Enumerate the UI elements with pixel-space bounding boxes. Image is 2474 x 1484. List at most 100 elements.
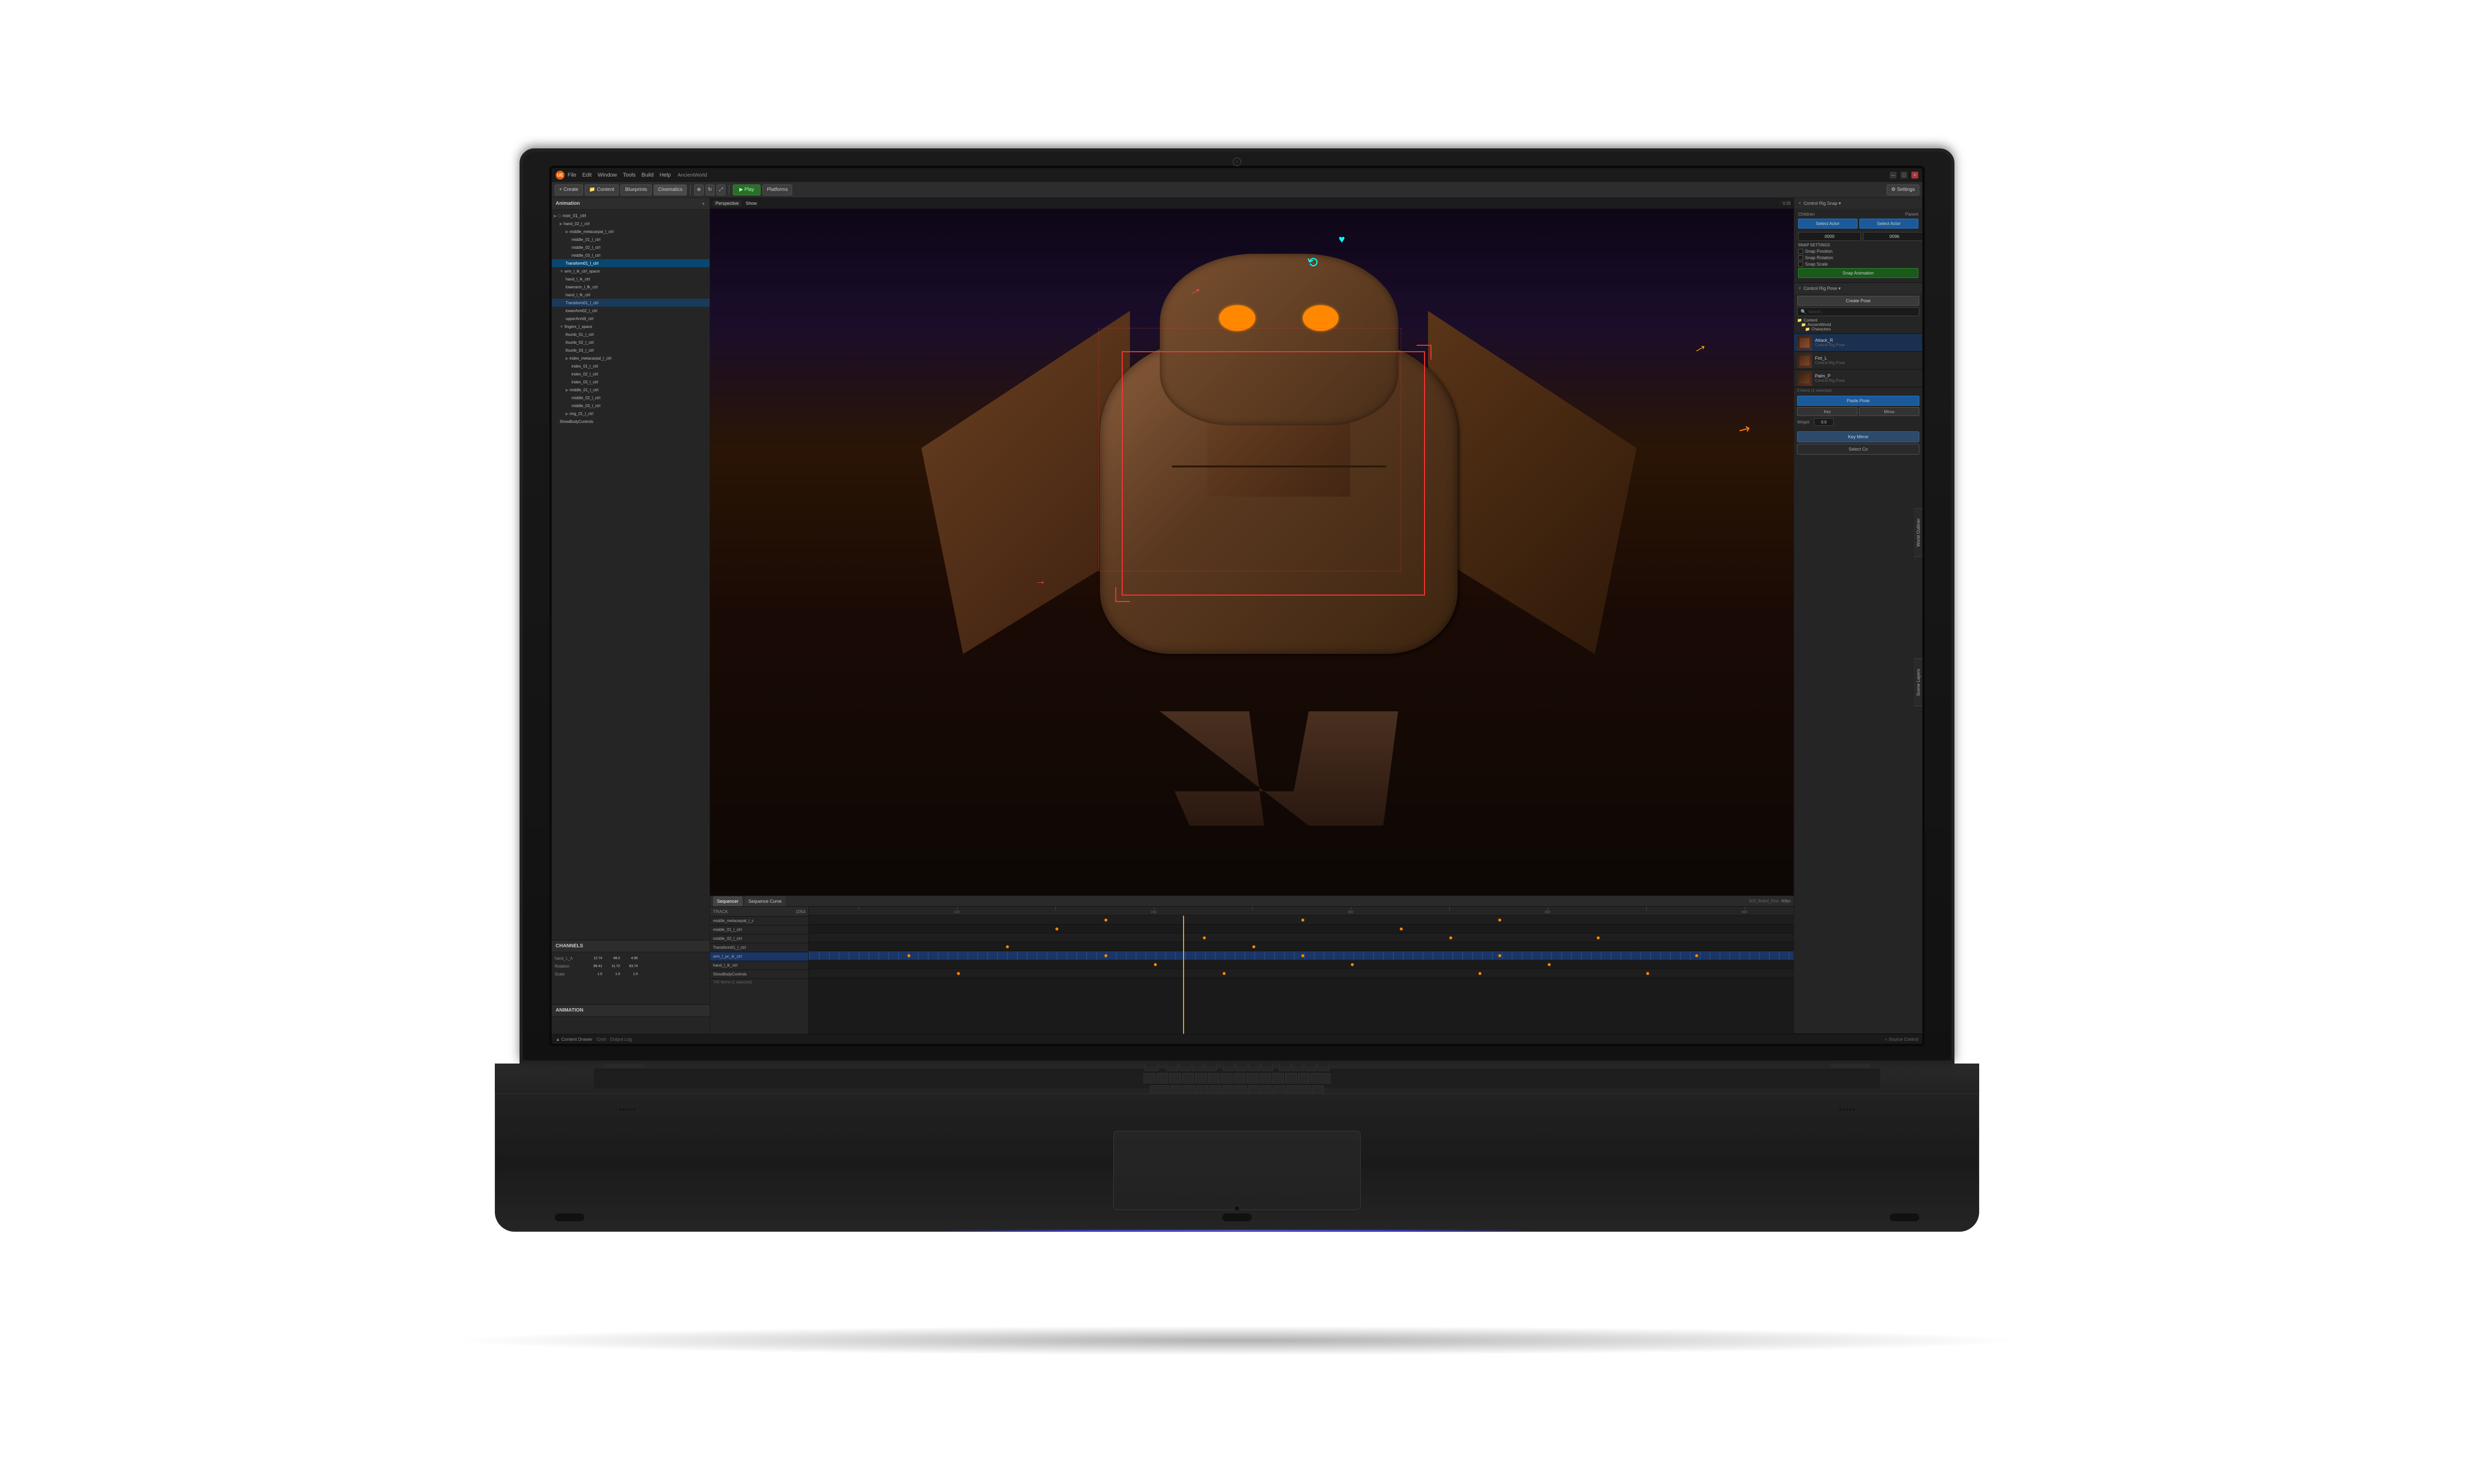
source-control-label[interactable]: ⑃ Source Control: [1885, 1037, 1918, 1042]
perspective-label[interactable]: Perspective: [713, 200, 741, 206]
menu-build[interactable]: Build: [642, 172, 654, 178]
key-btn[interactable]: Key: [1797, 407, 1857, 416]
content-drawer-btn[interactable]: ▲ Content Drawer: [556, 1037, 592, 1042]
menu-help[interactable]: Help: [660, 172, 671, 178]
platforms-button[interactable]: Platforms: [762, 185, 792, 195]
tree-item-5[interactable]: middle_03_l_ctrl: [552, 251, 710, 259]
trackpad[interactable]: [1113, 1131, 1361, 1210]
outliner-filter-icon[interactable]: ▼: [701, 201, 706, 206]
tree-item-18[interactable]: ▶ index_metacarpal_l_ctrl: [552, 354, 710, 362]
snap-pos-checkbox[interactable]: [1798, 249, 1803, 254]
tree-item-0[interactable]: ▶ ⬡ root_01_ctrl: [552, 212, 710, 220]
translate-tool[interactable]: ⊕: [694, 185, 703, 195]
key-backtick[interactable]: [1143, 1073, 1155, 1084]
tree-item-24[interactable]: middle_03_l_ctrl: [552, 402, 710, 410]
minimize-button[interactable]: —: [1890, 172, 1897, 179]
tree-item-10[interactable]: hand_l_fk_ctrl: [552, 291, 710, 299]
tree-item-15[interactable]: thumb_01_l_ctrl: [552, 330, 710, 338]
tree-item-16[interactable]: thumb_02_l_ctrl: [552, 338, 710, 346]
tree-item-11[interactable]: Transform01_l_ctrl: [552, 299, 710, 307]
create-button[interactable]: + Create: [555, 185, 583, 195]
tree-item-25[interactable]: ▶ ring_01_l_ctrl: [552, 410, 710, 417]
track-4[interactable]: arm_l_pc_ik_ctrl: [710, 952, 809, 961]
track-0[interactable]: middle_metacarpal_l_c: [710, 917, 809, 926]
parent-select-actor-btn[interactable]: Select Actor: [1859, 219, 1919, 229]
cinematics-button[interactable]: Cinematics: [654, 185, 687, 195]
create-pose-btn[interactable]: Create Pose: [1797, 296, 1919, 306]
folder-content[interactable]: Content: [1804, 318, 1817, 323]
tree-item-22[interactable]: ▶ middle_01_l_ctrl: [552, 386, 710, 394]
tree-item-2[interactable]: ▶ middle_metacarpal_l_ctrl: [552, 228, 710, 235]
sequence-curve-tab[interactable]: Sequence Curve: [745, 896, 786, 906]
key-5[interactable]: [1208, 1073, 1220, 1084]
tree-item-19[interactable]: index_01_l_ctrl: [552, 362, 710, 370]
seq-timeline[interactable]: 100 200 300 400 500: [809, 907, 1794, 1034]
menu-window[interactable]: Window: [598, 172, 617, 178]
menu-tools[interactable]: Tools: [623, 172, 636, 178]
world-outliner-tab[interactable]: World Outliner: [1914, 508, 1922, 557]
select-co-btn[interactable]: Select Co: [1797, 444, 1919, 455]
tree-item-8[interactable]: hand_l_ik_ctrl: [552, 275, 710, 283]
key-7[interactable]: [1234, 1073, 1245, 1084]
snap-scale-checkbox[interactable]: [1798, 262, 1803, 267]
track-6[interactable]: ShowBodyControls: [710, 970, 809, 979]
paste-pose-btn[interactable]: Paste Pose: [1797, 396, 1919, 406]
weight-input[interactable]: [1814, 418, 1834, 426]
tree-item-7[interactable]: ▼ arm_l_ik_ctrl_space: [552, 267, 710, 275]
tree-item-12[interactable]: lowerArm02_l_ctrl: [552, 307, 710, 315]
control-rig-pose-header[interactable]: ▼ Control Rig Pose ▾: [1794, 283, 1922, 294]
sequencer-tab[interactable]: Sequencer: [713, 896, 743, 906]
track-5[interactable]: hand_l_ik_ctrl: [710, 961, 809, 970]
folder-chars[interactable]: Characters: [1811, 327, 1831, 331]
key-minus[interactable]: [1285, 1073, 1297, 1084]
key-1[interactable]: [1156, 1073, 1168, 1084]
snap-animation-btn[interactable]: Snap Animation: [1798, 268, 1918, 278]
content-button[interactable]: 📁 Content: [585, 185, 618, 195]
pose-item-1[interactable]: Fist_L Control Rig Pose: [1794, 352, 1922, 370]
key-2[interactable]: [1169, 1073, 1181, 1084]
track-3[interactable]: Transform01_l_ctrl: [710, 943, 809, 952]
tree-item-1[interactable]: ▶ hand_02_l_ctrl: [552, 220, 710, 228]
key-9[interactable]: [1259, 1073, 1271, 1084]
tree-item-14[interactable]: ▼ fingers_l_space: [552, 323, 710, 330]
track-1[interactable]: middle_01_l_ctrl: [710, 926, 809, 934]
key-0[interactable]: [1272, 1073, 1284, 1084]
minus-btn[interactable]: Minus: [1859, 407, 1919, 416]
play-button[interactable]: ▶ Play: [733, 185, 761, 195]
settings-button[interactable]: ⚙ Settings: [1887, 185, 1919, 195]
pose-item-2[interactable]: Palm_P Control Rig Pose: [1794, 370, 1922, 387]
snap-rot-checkbox[interactable]: [1798, 255, 1803, 260]
menu-edit[interactable]: Edit: [582, 172, 592, 178]
view-label[interactable]: Show: [743, 200, 760, 206]
key-4[interactable]: [1195, 1073, 1207, 1084]
menu-file[interactable]: File: [568, 172, 576, 178]
tree-item-23[interactable]: middle_02_l_ctrl: [552, 394, 710, 402]
pose-item-0[interactable]: Attack_R Control Rig Pose: [1794, 334, 1922, 352]
tree-item-21[interactable]: index_03_l_ctrl: [552, 378, 710, 386]
output-log-label[interactable]: Output Log: [610, 1037, 632, 1042]
close-button[interactable]: ✕: [1911, 172, 1918, 179]
scene-layers-tab[interactable]: Scene Layers: [1914, 658, 1922, 706]
key-backspace[interactable]: [1311, 1073, 1331, 1084]
snap-input-2[interactable]: [1863, 232, 1922, 241]
track-2[interactable]: middle_02_l_ctrl: [710, 934, 809, 943]
control-rig-snap-header[interactable]: ▼ Control Rig Snap ▾: [1794, 198, 1922, 209]
child-select-actor-btn[interactable]: Select Actor: [1798, 219, 1857, 229]
key-6[interactable]: [1221, 1073, 1233, 1084]
tree-item-9[interactable]: lowerarm_l_fk_ctrl: [552, 283, 710, 291]
key-3[interactable]: [1182, 1073, 1194, 1084]
snap-input-1[interactable]: [1798, 232, 1861, 241]
cmd-label[interactable]: Cmd: [596, 1037, 606, 1042]
key-equals[interactable]: [1298, 1073, 1310, 1084]
tree-item-26[interactable]: ShowBodyControls: [552, 417, 710, 425]
tree-item-4[interactable]: middle_02_l_ctrl: [552, 243, 710, 251]
tree-item-20[interactable]: index_02_l_ctrl: [552, 370, 710, 378]
key-8[interactable]: [1246, 1073, 1258, 1084]
maximize-button[interactable]: □: [1901, 172, 1907, 179]
viewport-container[interactable]: Perspective Show 0.25: [710, 198, 1794, 895]
rotate-tool[interactable]: ↻: [706, 185, 714, 195]
tree-item-3[interactable]: middle_01_l_ctrl: [552, 235, 710, 243]
tree-item-13[interactable]: upperArm0l_ctrl: [552, 315, 710, 323]
scale-tool[interactable]: ⤢: [716, 185, 725, 195]
tree-item-17[interactable]: thumb_03_l_ctrl: [552, 346, 710, 354]
